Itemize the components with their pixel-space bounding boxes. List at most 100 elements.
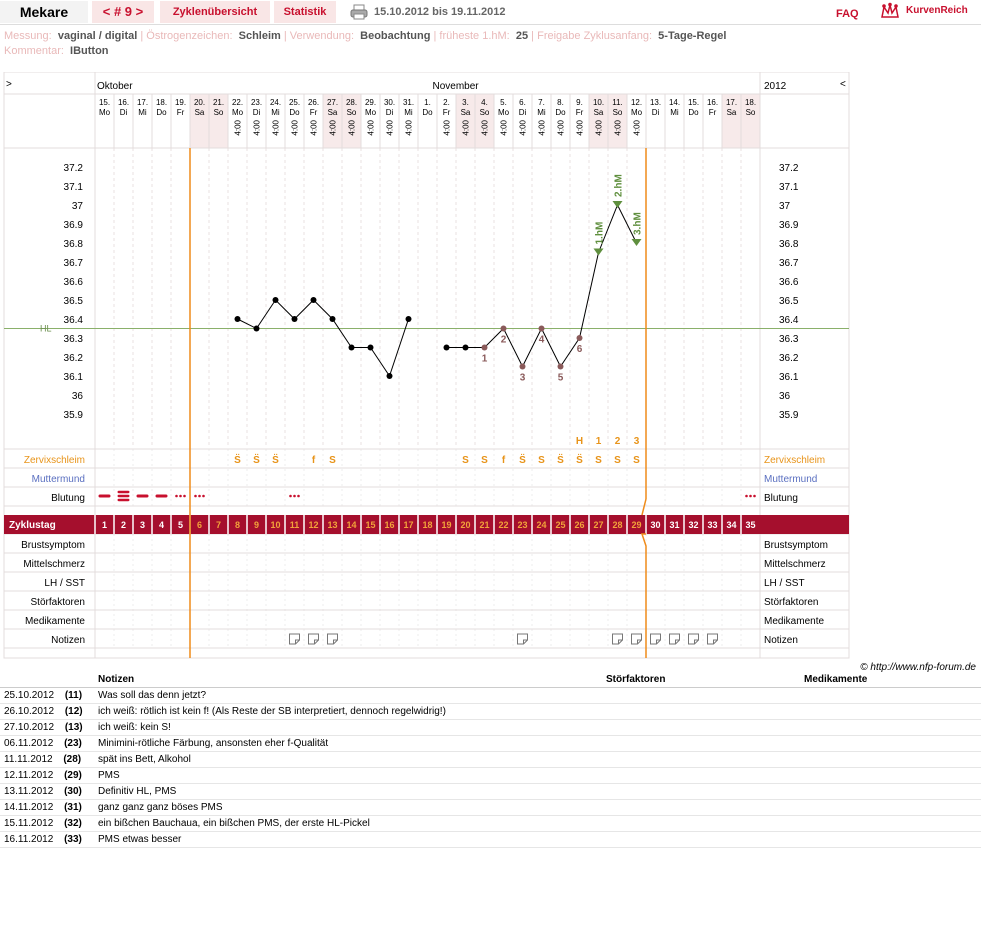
y-tick-label: 36.1 [64,372,84,383]
day-date: 1. [424,98,431,107]
day-date: 24. [270,98,281,107]
y-tick-label: 36.6 [779,277,799,288]
note-medikamente [800,799,981,816]
note-cycle-day: (11) [62,690,83,701]
day-date: 29. [365,98,376,107]
mucus-symbol: S [595,455,602,466]
mucus-symbol: S̈ [557,453,564,466]
note-stoerfaktoren [602,703,800,720]
day-weekday: Di [519,108,527,117]
measure-time: 4:00 [462,119,471,135]
day-weekday: Sa [594,108,604,117]
day-weekday: Do [289,108,300,117]
freigabe-label: Freigabe Zyklusanfang: [537,30,653,42]
note-stoerfaktoren [602,815,800,832]
day-date: 8. [557,98,564,107]
bleeding-mark [297,494,300,498]
temp-point [557,363,564,370]
cycle-day-number: 9 [254,520,259,530]
note-text: ich weiß: kein S! [94,719,602,736]
month-label: Oktober [97,81,133,92]
y-tick-label: 36.4 [779,315,799,326]
bleeding-mark [198,494,201,498]
measure-time: 4:00 [329,119,338,135]
bleeding-mark [98,494,111,498]
y-tick-label: 37.1 [779,182,799,193]
day-weekday: Mi [138,108,147,117]
verwendung-value: Beobachtung [360,30,431,42]
notes-row: 25.10.2012 (11) Was soll das denn jetzt? [0,687,981,704]
measure-time: 4:00 [614,119,623,135]
notes-row: 16.11.2012 (33) PMS etwas besser [0,831,981,848]
day-date: 19. [175,98,186,107]
y-tick-label: 36.6 [64,277,84,288]
row-label: Notizen [51,635,85,646]
note-medikamente [800,735,981,752]
fhm-value: 25 [515,30,529,42]
bleeding-mark [183,494,186,498]
note-text: ich weiß: rötlich ist kein f! (Als Reste… [94,703,602,720]
bleeding-mark [293,494,296,498]
low-mark-number: 6 [577,344,583,355]
day-weekday: Sa [195,108,205,117]
day-weekday: Fr [709,108,717,117]
temp-point [348,344,355,351]
temp-point [519,363,526,370]
year-label: 2012 [764,81,787,92]
mucus-eval-mark: 2 [615,436,621,447]
day-weekday: So [214,108,224,117]
row-label: Blutung [51,493,85,504]
cycle-day-number: 32 [688,520,698,530]
cycle-day-number: 17 [403,520,413,530]
nav-prev[interactable]: > [6,79,12,90]
day-weekday: Do [555,108,566,117]
note-stoerfaktoren [602,783,800,800]
tab-zyklenuebersicht[interactable]: Zyklenübersicht [160,1,270,23]
note-medikamente [800,703,981,720]
low-mark-number: 1 [482,354,488,365]
cycle-day-number: 24 [536,520,546,530]
note-medikamente [800,815,981,832]
row-label: Brustsymptom [21,540,85,551]
mucus-symbol: S [481,455,488,466]
day-date: 6. [519,98,526,107]
day-date: 18. [745,98,756,107]
note-cycle-day: (28) [60,754,82,765]
note-date: 25.10.2012 (11) [0,687,94,704]
day-weekday: Mo [631,108,643,117]
day-date: 7. [538,98,545,107]
cycle-day-number: 3 [140,520,145,530]
day-date: 26. [308,98,319,107]
notes-row: 27.10.2012 (13) ich weiß: kein S! [0,719,981,736]
note-date-text: 25.10.2012 [4,690,55,701]
note-date: 11.11.2012 (28) [0,751,94,768]
y-tick-label: 36 [72,391,84,402]
temp-point [272,297,279,303]
day-date: 23. [251,98,262,107]
nav-next[interactable]: < [840,79,846,90]
tab-statistik[interactable]: Statistik [274,1,336,23]
cycle-day-number: 26 [574,520,584,530]
measure-time: 4:00 [291,119,300,135]
printer-icon[interactable] [350,4,368,20]
temp-point [500,325,507,332]
cycle-day-number: 33 [707,520,717,530]
y-tick-label: 35.9 [64,410,84,421]
low-mark-number: 2 [501,335,507,346]
day-weekday: Fr [576,108,584,117]
day-weekday: Sa [461,108,471,117]
day-weekday: Mo [365,108,377,117]
measure-time: 4:00 [272,119,281,135]
bleeding-mark [202,494,205,498]
note-text: spät ins Bett, Alkohol [94,751,602,768]
faq-link[interactable]: FAQ [836,8,859,20]
cycle-day-number: 21 [479,520,489,530]
cycle-day-number: 2 [121,520,126,530]
bleeding-mark [117,498,130,502]
note-date-text: 14.11.2012 [4,802,54,813]
day-date: 13. [650,98,661,107]
measure-time: 4:00 [253,119,262,135]
cycle-nav[interactable]: < # 9 > [92,1,154,23]
day-weekday: So [746,108,756,117]
col-medikamente: Medikamente [800,672,981,688]
